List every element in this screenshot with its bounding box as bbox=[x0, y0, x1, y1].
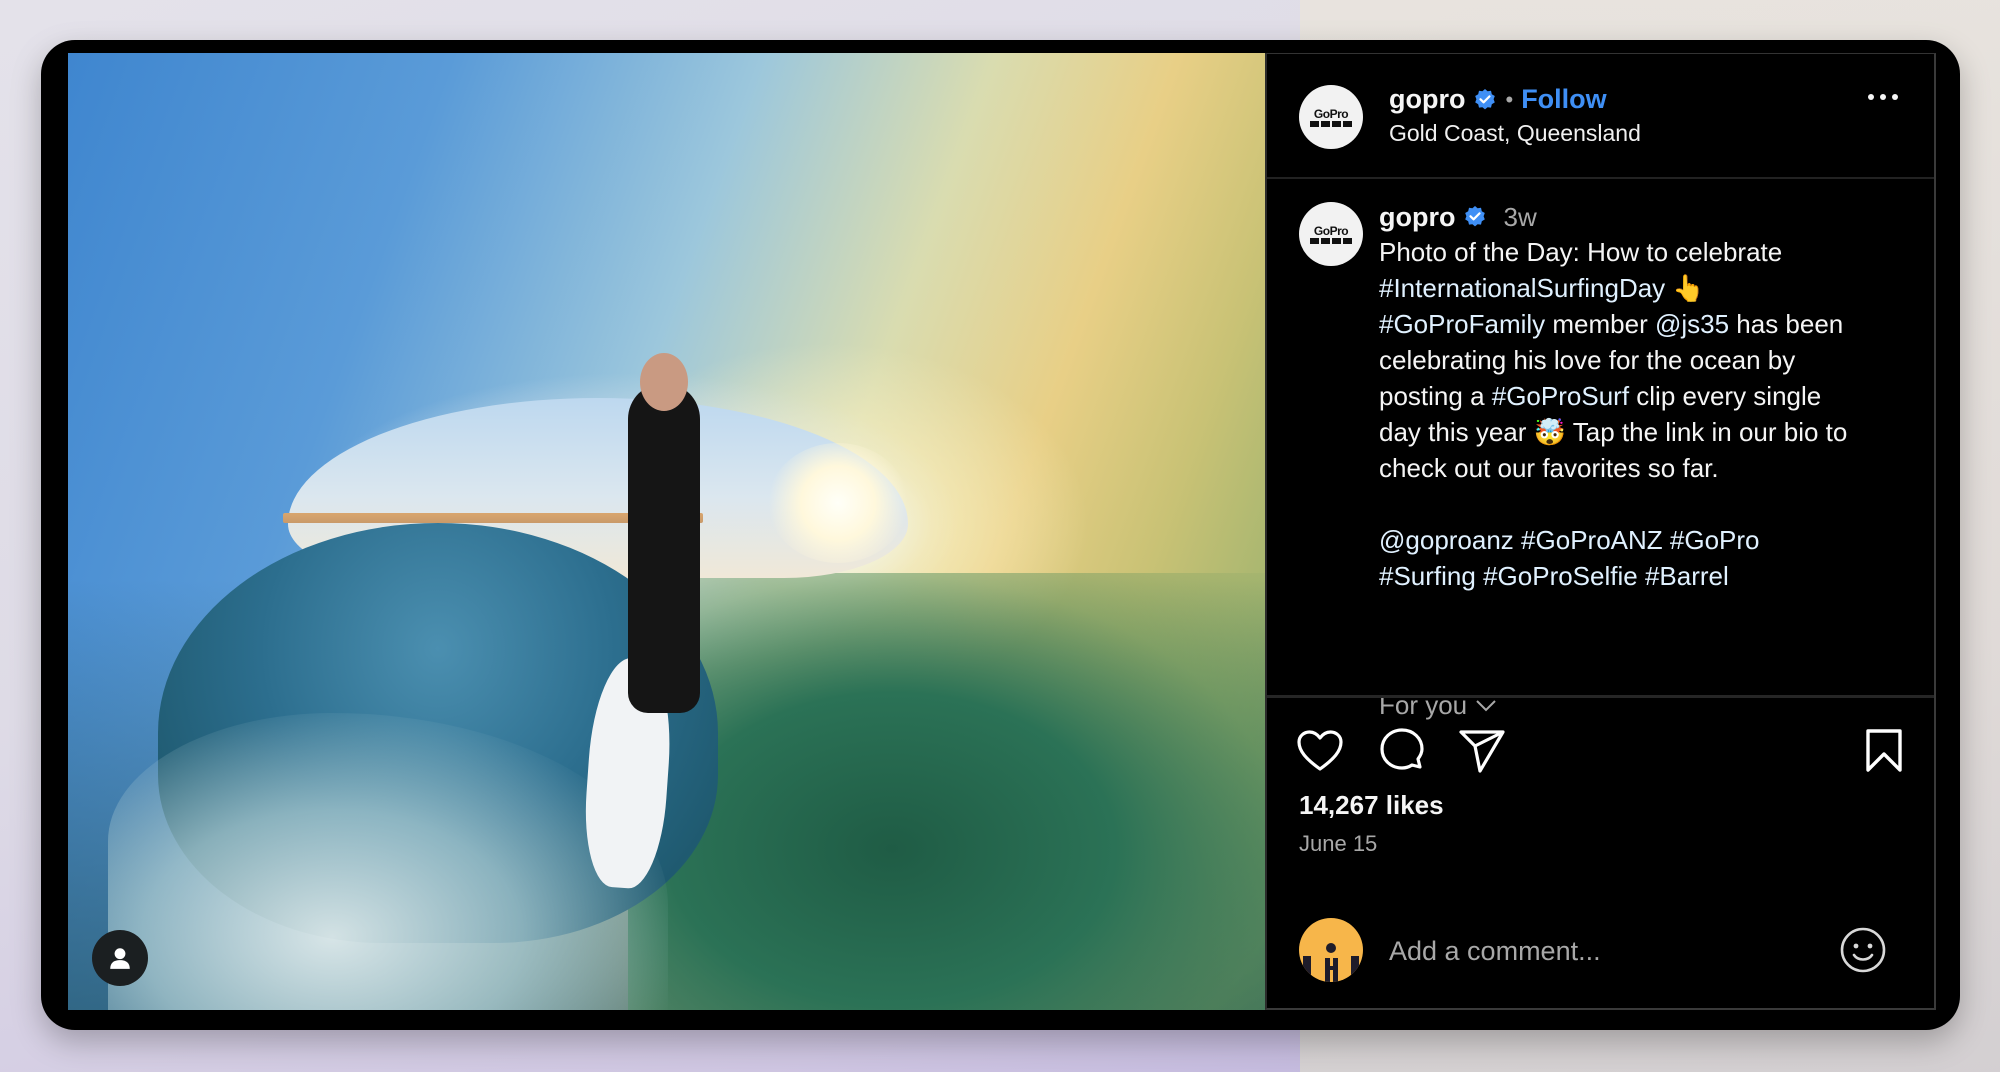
caption-text-segment: has been bbox=[1729, 309, 1844, 339]
more-options-button[interactable] bbox=[1868, 94, 1898, 100]
caption-line: Photo of the Day: How to celebrate bbox=[1379, 234, 1919, 270]
paper-plane-icon bbox=[1459, 730, 1505, 773]
separator-dot: • bbox=[1505, 86, 1514, 112]
caption-line bbox=[1379, 486, 1919, 522]
caption-line: #GoProFamily member @js35 has been bbox=[1379, 306, 1919, 342]
caption-text-segment: day this year 🤯 Tap the link in our bio … bbox=[1379, 417, 1848, 447]
caption-time-ago[interactable]: 3w bbox=[1503, 202, 1536, 233]
follow-button[interactable]: Follow bbox=[1521, 84, 1606, 115]
caption-text-segment: check out our favorites so far. bbox=[1379, 453, 1719, 483]
comment-input[interactable] bbox=[1389, 929, 1829, 973]
caption-section: GoPro gopro 3w Photo of the Day: How to … bbox=[1267, 180, 1934, 748]
more-dot-icon bbox=[1868, 94, 1874, 100]
caption-text-segment: posting a bbox=[1379, 381, 1492, 411]
media-water-right bbox=[628, 573, 1265, 1010]
chevron-down-icon bbox=[1476, 699, 1496, 711]
save-button[interactable] bbox=[1859, 726, 1909, 776]
hashtag-link[interactable]: #InternationalSurfingDay bbox=[1379, 273, 1665, 303]
caption-line: posting a #GoProSurf clip every single bbox=[1379, 378, 1919, 414]
mention-link[interactable]: @js35 bbox=[1655, 309, 1729, 339]
caption-text-segment: Photo of the Day: How to celebrate bbox=[1379, 237, 1783, 267]
caption-body: gopro 3w Photo of the Day: How to celebr… bbox=[1379, 200, 1919, 594]
current-user-avatar bbox=[1299, 918, 1363, 982]
actions-divider bbox=[1267, 695, 1934, 698]
caption-author-avatar[interactable]: GoPro bbox=[1299, 202, 1363, 266]
smiley-icon bbox=[1840, 927, 1886, 973]
post-location[interactable]: Gold Coast, Queensland bbox=[1389, 120, 1641, 147]
emoji-picker-button[interactable] bbox=[1838, 925, 1888, 975]
more-dot-icon bbox=[1892, 94, 1898, 100]
hashtag-link[interactable]: #GoProSurf bbox=[1492, 381, 1629, 411]
media-sun bbox=[768, 443, 908, 563]
media-surfer bbox=[628, 383, 700, 713]
hashtag-link[interactable]: #GoPro bbox=[1670, 525, 1760, 555]
likes-count[interactable]: 14,267 likes bbox=[1299, 790, 1444, 821]
caption-text-segment: celebrating his love for the ocean by bbox=[1379, 345, 1796, 375]
user-icon bbox=[110, 948, 130, 969]
caption-text-segment bbox=[1638, 561, 1645, 591]
post-date[interactable]: June 15 bbox=[1299, 831, 1377, 857]
tagged-users-button[interactable] bbox=[92, 930, 148, 986]
mention-link[interactable]: @goproanz bbox=[1379, 525, 1514, 555]
avatar-logo-squares bbox=[1310, 120, 1352, 127]
caption-line: check out our favorites so far. bbox=[1379, 450, 1919, 486]
post-media[interactable] bbox=[68, 53, 1265, 1010]
caption-line: @goproanz #GoProANZ #GoPro bbox=[1379, 522, 1919, 558]
user-avatar-graphic bbox=[1303, 943, 1359, 982]
comment-composer bbox=[1267, 909, 1934, 999]
action-bar bbox=[1267, 714, 1934, 784]
caption-text-segment bbox=[1663, 525, 1670, 555]
bookmark-icon bbox=[1866, 729, 1902, 772]
like-button[interactable] bbox=[1295, 726, 1345, 776]
avatar-logo-squares bbox=[1310, 237, 1352, 244]
post-side-panel: GoPro gopro • Follow Gold Coast, Queensl… bbox=[1265, 53, 1936, 1010]
media-surfer-head bbox=[640, 353, 688, 411]
author-username[interactable]: gopro bbox=[1389, 84, 1465, 115]
caption-line: day this year 🤯 Tap the link in our bio … bbox=[1379, 414, 1919, 450]
avatar-logo-text: GoPro bbox=[1313, 106, 1349, 121]
heart-icon bbox=[1297, 730, 1343, 771]
caption-author-username[interactable]: gopro bbox=[1379, 202, 1455, 233]
avatar-logo-text: GoPro bbox=[1313, 223, 1349, 238]
more-dot-icon bbox=[1880, 94, 1886, 100]
caption-text-segment: 👆 bbox=[1665, 273, 1705, 303]
caption-text: Photo of the Day: How to celebrate #Inter… bbox=[1379, 234, 1919, 594]
verified-badge-icon bbox=[1475, 88, 1496, 109]
caption-text-segment: clip every single bbox=[1629, 381, 1822, 411]
hashtag-link[interactable]: #GoProANZ bbox=[1521, 525, 1663, 555]
verified-badge-icon bbox=[1465, 206, 1486, 227]
comment-button[interactable] bbox=[1377, 726, 1427, 776]
caption-header: gopro 3w bbox=[1379, 200, 1919, 234]
caption-text-segment: member bbox=[1545, 309, 1655, 339]
comment-icon bbox=[1380, 728, 1424, 770]
hashtag-link[interactable]: #GoProFamily bbox=[1379, 309, 1545, 339]
caption-text-segment bbox=[1514, 525, 1521, 555]
caption-line: celebrating his love for the ocean by bbox=[1379, 342, 1919, 378]
author-avatar[interactable]: GoPro bbox=[1299, 85, 1363, 149]
post-header: GoPro gopro • Follow Gold Coast, Queensl… bbox=[1267, 54, 1934, 179]
caption-line: #InternationalSurfingDay 👆 bbox=[1379, 270, 1919, 306]
author-line: gopro • Follow bbox=[1389, 84, 1607, 115]
hashtag-link[interactable]: #Barrel bbox=[1645, 561, 1729, 591]
hashtag-link[interactable]: #GoProSelfie bbox=[1483, 561, 1638, 591]
caption-line: #Surfing #GoProSelfie #Barrel bbox=[1379, 558, 1919, 594]
hashtag-link[interactable]: #Surfing bbox=[1379, 561, 1476, 591]
share-button[interactable] bbox=[1457, 726, 1507, 776]
caption-text-segment bbox=[1476, 561, 1483, 591]
